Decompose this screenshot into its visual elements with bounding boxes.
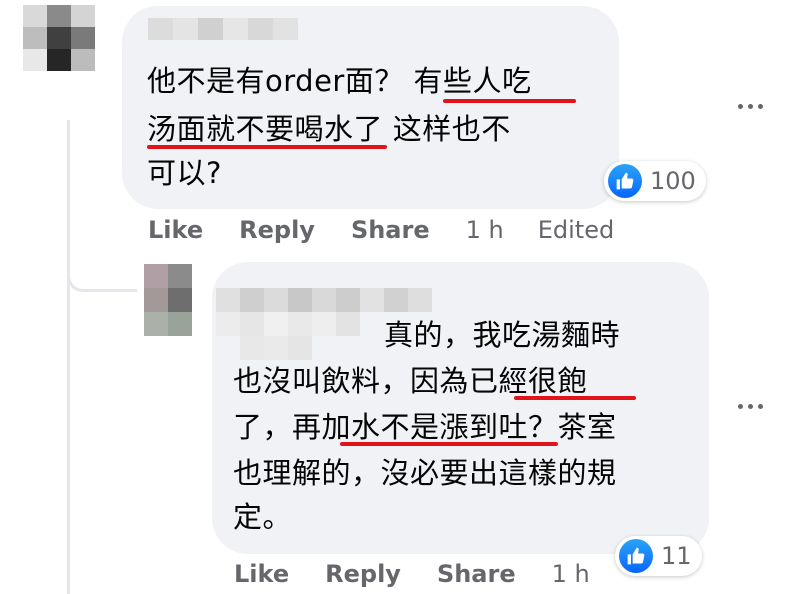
reply-actions: Like Reply Share 1 h — [234, 560, 624, 588]
reaction-count: 100 — [650, 167, 696, 195]
reply-avatar[interactable] — [144, 264, 192, 336]
share-button[interactable]: Share — [351, 216, 430, 244]
reply-button[interactable]: Reply — [325, 560, 401, 588]
highlight-underline — [514, 396, 636, 400]
highlight-underline — [340, 442, 558, 446]
reply-line-4: 也理解的，沒必要出這樣的規 — [233, 456, 617, 490]
like-icon — [619, 539, 653, 573]
comment-line-1: 他不是有order面？ 有些人吃 — [147, 64, 532, 98]
more-options-icon[interactable] — [738, 404, 763, 409]
like-button[interactable]: Like — [234, 560, 289, 588]
timestamp[interactable]: 1 h — [466, 216, 504, 244]
reply-line-5: 定。 — [233, 500, 293, 534]
comment-line-3: 可以? — [147, 156, 222, 190]
timestamp[interactable]: 1 h — [552, 560, 590, 588]
share-button[interactable]: Share — [437, 560, 516, 588]
reply-button[interactable]: Reply — [239, 216, 315, 244]
like-button[interactable]: Like — [148, 216, 203, 244]
reaction-summary[interactable]: 100 — [604, 161, 706, 201]
reply-line-1: 真的，我吃湯麵時 — [384, 318, 621, 352]
comment-actions: Like Reply Share 1 h Edited — [148, 216, 648, 244]
edited-label: Edited — [537, 216, 615, 244]
commenter-name[interactable] — [148, 18, 298, 40]
highlight-underline — [147, 145, 387, 149]
thread-connector — [67, 240, 137, 292]
reaction-summary[interactable]: 11 — [615, 536, 702, 576]
thread-line — [67, 120, 70, 594]
more-options-icon[interactable] — [738, 104, 763, 109]
highlight-underline — [443, 99, 576, 103]
like-icon — [608, 164, 642, 198]
reaction-count: 11 — [661, 542, 692, 570]
avatar[interactable] — [23, 5, 95, 71]
